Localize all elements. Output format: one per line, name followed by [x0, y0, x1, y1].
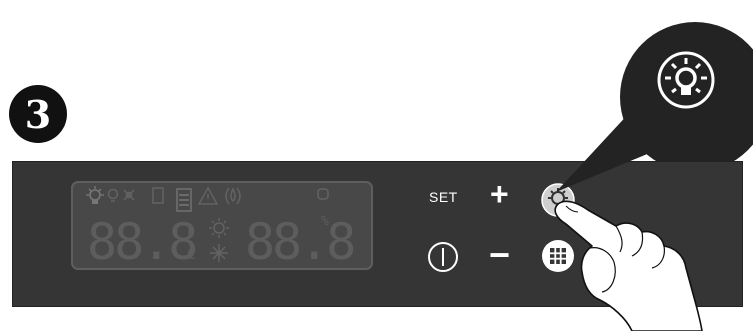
- lcd-display: 88.8 F C 88.8 %: [71, 181, 373, 271]
- set-button[interactable]: SET: [429, 189, 458, 205]
- lcd-snowflake-icon: [210, 244, 228, 262]
- grid-button[interactable]: [540, 238, 576, 274]
- minus-button[interactable]: −: [489, 234, 511, 276]
- lcd-clock-icon: [317, 188, 329, 200]
- lcd-sun-icon: [209, 218, 229, 238]
- lcd-bulb-icon: [107, 188, 119, 202]
- zoom-callout: [620, 22, 753, 172]
- lcd-right-digits: 88.8: [245, 213, 353, 271]
- lcd-unit-c: C: [187, 245, 196, 263]
- light-bulb-icon: [541, 183, 575, 217]
- lcd-warning-icon: [197, 186, 219, 205]
- grid-icon: [542, 240, 574, 272]
- light-button[interactable]: [540, 182, 576, 218]
- lcd-unit-f: F: [187, 228, 195, 243]
- lcd-left-digits: 88.8: [87, 213, 195, 271]
- lcd-door-icon: [152, 187, 164, 204]
- lcd-light-icon: [86, 186, 104, 204]
- step-badge: 3: [9, 85, 67, 143]
- lcd-humidity-icon: [225, 187, 241, 205]
- power-button[interactable]: [426, 240, 460, 274]
- lcd-shelves-icon: [176, 188, 192, 212]
- lcd-percent: %: [321, 214, 329, 229]
- step-number: 3: [24, 91, 52, 137]
- power-icon: [428, 242, 458, 272]
- lcd-fan-icon: [123, 189, 135, 201]
- plus-button[interactable]: +: [490, 176, 509, 213]
